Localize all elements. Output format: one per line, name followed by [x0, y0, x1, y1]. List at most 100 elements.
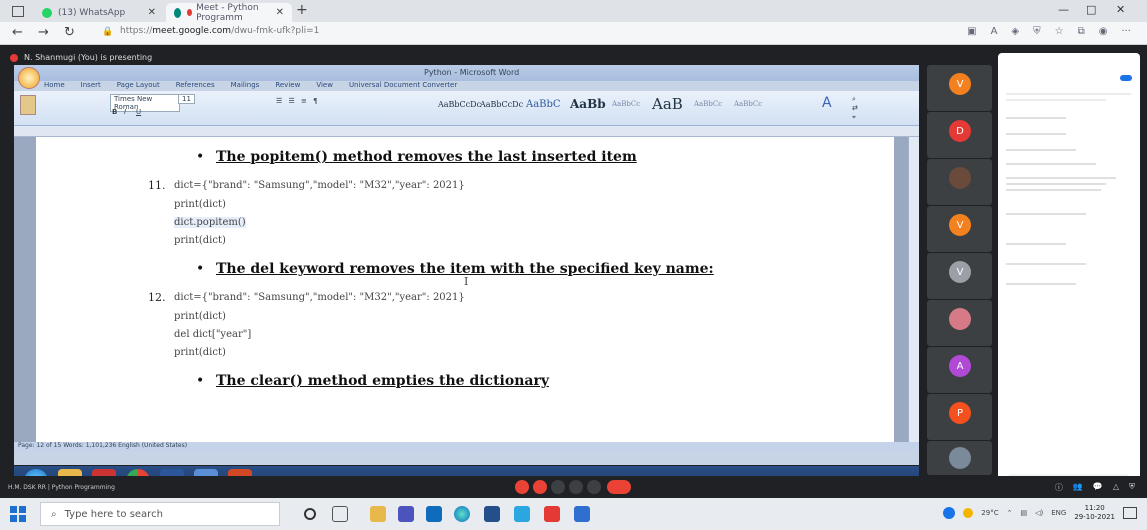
- chat-panel: [998, 53, 1140, 496]
- bold-button[interactable]: B: [112, 108, 117, 116]
- participant-tile[interactable]: D: [927, 112, 992, 158]
- font-size-box[interactable]: 11: [178, 94, 195, 104]
- participant-tile[interactable]: P: [927, 394, 992, 440]
- minimize-button[interactable]: —: [1058, 3, 1069, 16]
- windows-start-icon[interactable]: [10, 506, 26, 522]
- shield-icon[interactable]: ⛨: [1129, 482, 1135, 493]
- profile-icon[interactable]: ◉: [1099, 26, 1108, 37]
- back-button[interactable]: ←: [12, 25, 23, 40]
- style-heading-2[interactable]: AaBb: [570, 95, 606, 113]
- style-title[interactable]: AaB: [652, 95, 683, 113]
- close-icon[interactable]: ✕: [148, 7, 156, 18]
- more-options-icon[interactable]: [587, 480, 601, 494]
- taskbar-search-box[interactable]: ⌕ Type here to search: [40, 502, 280, 526]
- camera-off-icon[interactable]: [533, 480, 547, 494]
- present-icon[interactable]: [569, 480, 583, 494]
- change-styles-icon[interactable]: A: [822, 95, 832, 111]
- activities-icon[interactable]: △: [1113, 482, 1119, 493]
- app-icon[interactable]: [514, 506, 530, 522]
- chat-message: [1006, 133, 1066, 135]
- participant-tile[interactable]: [927, 441, 992, 475]
- tab-whatsapp[interactable]: (13) WhatsApp ✕: [34, 3, 164, 22]
- ribbon-tab-references[interactable]: References: [176, 81, 215, 89]
- teams-icon[interactable]: [398, 506, 414, 522]
- paste-icon[interactable]: [20, 95, 36, 115]
- mic-off-icon[interactable]: [515, 480, 529, 494]
- ribbon-tab-view[interactable]: View: [316, 81, 333, 89]
- people-icon[interactable]: 👥: [1073, 482, 1083, 493]
- taskbar-clock[interactable]: 11:20 29-10-2021: [1074, 504, 1115, 522]
- style-heading-3[interactable]: AaBbCc: [612, 95, 640, 113]
- refresh-button[interactable]: ↻: [64, 25, 75, 40]
- network-icon[interactable]: ▤: [1020, 509, 1027, 517]
- shield-icon[interactable]: ⛨: [1033, 26, 1041, 37]
- chat-toggle[interactable]: [1120, 75, 1132, 81]
- mail-icon[interactable]: [426, 506, 442, 522]
- style-subtitle[interactable]: AaBbCc: [694, 95, 722, 113]
- ruler[interactable]: [14, 126, 919, 137]
- participant-tile[interactable]: A: [927, 347, 992, 393]
- presenting-label: N. Shanmugi (You) is presenting: [24, 53, 153, 62]
- chevron-up-icon[interactable]: ⌃: [1007, 509, 1013, 517]
- avatar: P: [949, 402, 971, 424]
- style-normal[interactable]: AaBbCcDc: [438, 95, 481, 113]
- ribbon-tab-review[interactable]: Review: [275, 81, 300, 89]
- editing-tools-icon[interactable]: ⌕ ⇄ ⌖: [852, 95, 858, 122]
- collections-icon[interactable]: ⧉: [1078, 26, 1085, 37]
- task-view-icon[interactable]: [332, 506, 348, 522]
- tab-actions-icon[interactable]: [12, 6, 24, 17]
- bullet-icon: •: [196, 261, 205, 277]
- office-icon[interactable]: [544, 506, 560, 522]
- edge-icon[interactable]: [454, 506, 470, 522]
- font-name-box[interactable]: Times New Roman: [110, 94, 180, 112]
- participant-tile[interactable]: V: [927, 253, 992, 299]
- photos-icon[interactable]: [574, 506, 590, 522]
- language-indicator[interactable]: ENG: [1051, 509, 1066, 517]
- style-heading-1[interactable]: AaBbC: [526, 95, 561, 113]
- close-icon[interactable]: ✕: [276, 7, 284, 18]
- chat-icon[interactable]: 💬: [1093, 482, 1103, 493]
- maximize-button[interactable]: □: [1086, 3, 1096, 16]
- participant-tile[interactable]: V: [927, 65, 992, 111]
- avatar: V: [949, 261, 971, 283]
- cortana-icon[interactable]: [304, 508, 316, 520]
- participant-tile[interactable]: [927, 159, 992, 205]
- notifications-icon[interactable]: [1123, 507, 1137, 519]
- participant-tile[interactable]: V: [927, 206, 992, 252]
- file-explorer-icon[interactable]: [370, 506, 386, 522]
- address-bar[interactable]: https://meet.google.com/dwu-fmk-ufk?pli=…: [120, 26, 319, 36]
- paragraph-tools-icon[interactable]: ☰ ☰ ≡ ¶: [276, 97, 320, 105]
- camera-icon[interactable]: ▣: [967, 26, 976, 37]
- favorite-star-icon[interactable]: ☆: [1055, 26, 1064, 37]
- new-tab-button[interactable]: +: [296, 2, 308, 18]
- avatar: D: [949, 120, 971, 142]
- office-button-icon[interactable]: [18, 67, 40, 89]
- weather-temp: 29°C: [981, 509, 999, 517]
- ribbon-tab-mailings[interactable]: Mailings: [231, 81, 260, 89]
- captions-icon[interactable]: [551, 480, 565, 494]
- underline-button[interactable]: U: [136, 108, 141, 116]
- store-icon[interactable]: [484, 506, 500, 522]
- style-no-spacing[interactable]: AaBbCcDc: [480, 95, 523, 113]
- document-page[interactable]: • The popitem() method removes the last …: [36, 137, 894, 442]
- chat-message: [1006, 93, 1131, 95]
- close-window-button[interactable]: ✕: [1116, 3, 1125, 16]
- read-aloud-icon[interactable]: A: [991, 26, 998, 37]
- ribbon-tab-home[interactable]: Home: [44, 81, 65, 89]
- tab-meet[interactable]: Meet - Python Programm ✕: [166, 3, 292, 23]
- italic-button[interactable]: I: [124, 108, 126, 116]
- leave-call-icon[interactable]: [607, 480, 631, 494]
- ribbon-tab-page-layout[interactable]: Page Layout: [117, 81, 160, 89]
- style-subtle-emphasis[interactable]: AaBbCc: [734, 95, 762, 113]
- ribbon-tab-insert[interactable]: Insert: [81, 81, 101, 89]
- extensions-icon[interactable]: ◈: [1011, 26, 1019, 37]
- forward-button[interactable]: →: [38, 25, 49, 40]
- ribbon-tab-udc[interactable]: Universal Document Converter: [349, 81, 457, 89]
- volume-icon[interactable]: ◁): [1035, 509, 1043, 517]
- chrome-tray-icon[interactable]: [943, 507, 956, 519]
- system-tray: 29°C ⌃ ▤ ◁) ENG 11:20 29-10-2021: [943, 504, 1137, 522]
- more-icon[interactable]: ···: [1121, 26, 1131, 37]
- info-icon[interactable]: ⓘ: [1055, 482, 1063, 493]
- vertical-scrollbar[interactable]: [908, 137, 919, 442]
- participant-tile[interactable]: [927, 300, 992, 346]
